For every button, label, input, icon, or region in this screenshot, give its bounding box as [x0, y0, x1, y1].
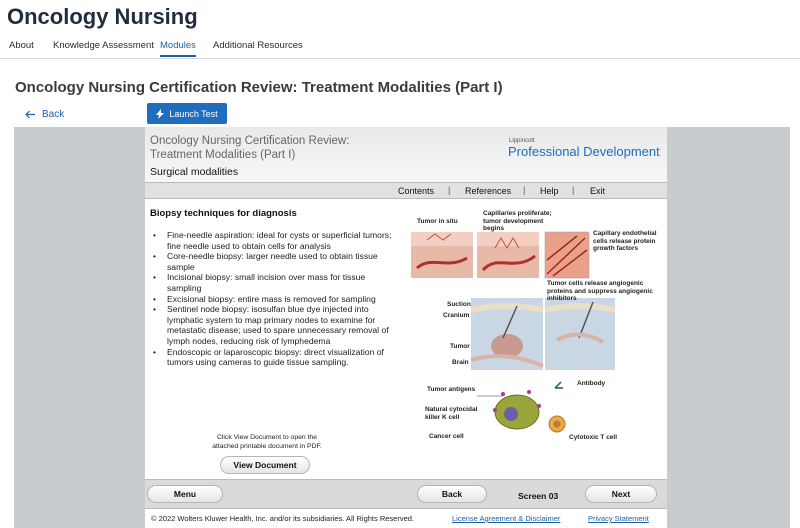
tab-additional-resources[interactable]: Additional Resources — [213, 40, 303, 51]
tissue-block-1 — [411, 232, 473, 278]
label-nk-cell: Natural cytocidal killer K cell — [425, 406, 478, 421]
module-subtitle: Surgical modalities — [150, 166, 239, 178]
list-item: Fine-needle aspiration: ideal for cysts … — [152, 230, 392, 251]
view-document-note: Click View Document to open the attached… — [212, 434, 322, 450]
module-footer: Menu Back Screen 03 Next — [145, 479, 667, 509]
label-tumor-in-situ: Tumor in situ — [417, 218, 458, 225]
tissue-block-3 — [544, 231, 590, 279]
nav-help[interactable]: Help — [540, 186, 559, 196]
screen-indicator: Screen 03 — [518, 491, 559, 501]
nav-separator: | — [448, 185, 451, 195]
list-item: Sentinel node biopsy: isosulfan blue dye… — [152, 304, 392, 346]
menu-button[interactable]: Menu — [147, 485, 223, 503]
module-nav: Contents | References | Help | Exit — [145, 182, 667, 199]
license-link[interactable]: License Agreement & Disclaimer — [452, 514, 560, 523]
launch-test-button[interactable]: Launch Test — [147, 103, 227, 124]
back-label: Back — [42, 109, 65, 120]
medical-illustration: Tumor in situ Capillaries proliferate; t… — [407, 210, 667, 450]
bullet-list: Fine-needle aspiration: ideal for cysts … — [152, 230, 392, 368]
tab-knowledge-assessment[interactable]: Knowledge Assessment — [53, 40, 154, 51]
label-cancer-cell: Cancer cell — [429, 433, 464, 440]
list-item: Endoscopic or laparoscopic biopsy: direc… — [152, 347, 392, 368]
tab-modules[interactable]: Modules — [160, 40, 196, 57]
label-tumor-antigens: Tumor antigens — [427, 386, 476, 393]
lightning-icon — [156, 108, 165, 119]
label-tumor-cells-release: Tumor cells release angiogenic proteins … — [547, 280, 653, 302]
label-capillary-release: Capillary endothelial cells release prot… — [593, 230, 657, 252]
list-item: Core-needle biopsy: larger needle used t… — [152, 251, 392, 272]
nav-references[interactable]: References — [465, 186, 511, 196]
arrow-left-icon — [25, 110, 35, 119]
label-brain: Brain — [452, 359, 469, 366]
label-antibody: Antibody — [577, 380, 606, 387]
tissue-block-2 — [477, 232, 539, 278]
tab-bar: About Knowledge Assessment Modules Addit… — [0, 36, 800, 59]
copyright-text: © 2022 Wolters Kluwer Health, Inc. and/o… — [151, 514, 415, 523]
module-header: Oncology Nursing Certification Review: T… — [145, 127, 667, 182]
brand-professional-development: Professional Development — [508, 144, 660, 159]
privacy-link[interactable]: Privacy Statement — [588, 514, 649, 523]
next-button[interactable]: Next — [585, 485, 657, 503]
app-title: Oncology Nursing — [7, 4, 198, 29]
view-document-button[interactable]: View Document — [220, 456, 310, 474]
back-button[interactable]: Back — [417, 485, 487, 503]
label-suction: Suction — [447, 301, 471, 308]
nav-contents[interactable]: Contents — [398, 186, 434, 196]
list-item: Excisional biopsy: entire mass is remove… — [152, 294, 392, 305]
tab-about[interactable]: About — [9, 40, 34, 51]
launch-test-label: Launch Test — [169, 108, 218, 119]
nav-separator: | — [523, 185, 526, 195]
label-capillaries: Capillaries proliferate; tumor developme… — [483, 210, 552, 232]
immune-cell-diagram — [477, 381, 566, 433]
page-title: Oncology Nursing Certification Review: T… — [15, 79, 503, 96]
list-item: Incisional biopsy: small incision over m… — [152, 272, 392, 293]
label-tumor: Tumor — [450, 343, 470, 350]
label-cranium: Cranium — [443, 312, 470, 319]
label-cytotoxic-t-cell: Cytotoxic T cell — [569, 434, 618, 441]
nav-exit[interactable]: Exit — [590, 186, 605, 196]
back-link[interactable]: Back — [25, 109, 64, 120]
module-title: Oncology Nursing Certification Review: T… — [150, 135, 350, 161]
module-player: Oncology Nursing Certification Review: T… — [145, 127, 667, 528]
nav-separator: | — [572, 185, 575, 195]
content-heading: Biopsy techniques for diagnosis — [150, 208, 297, 219]
brain-surgery-panel — [470, 298, 616, 370]
